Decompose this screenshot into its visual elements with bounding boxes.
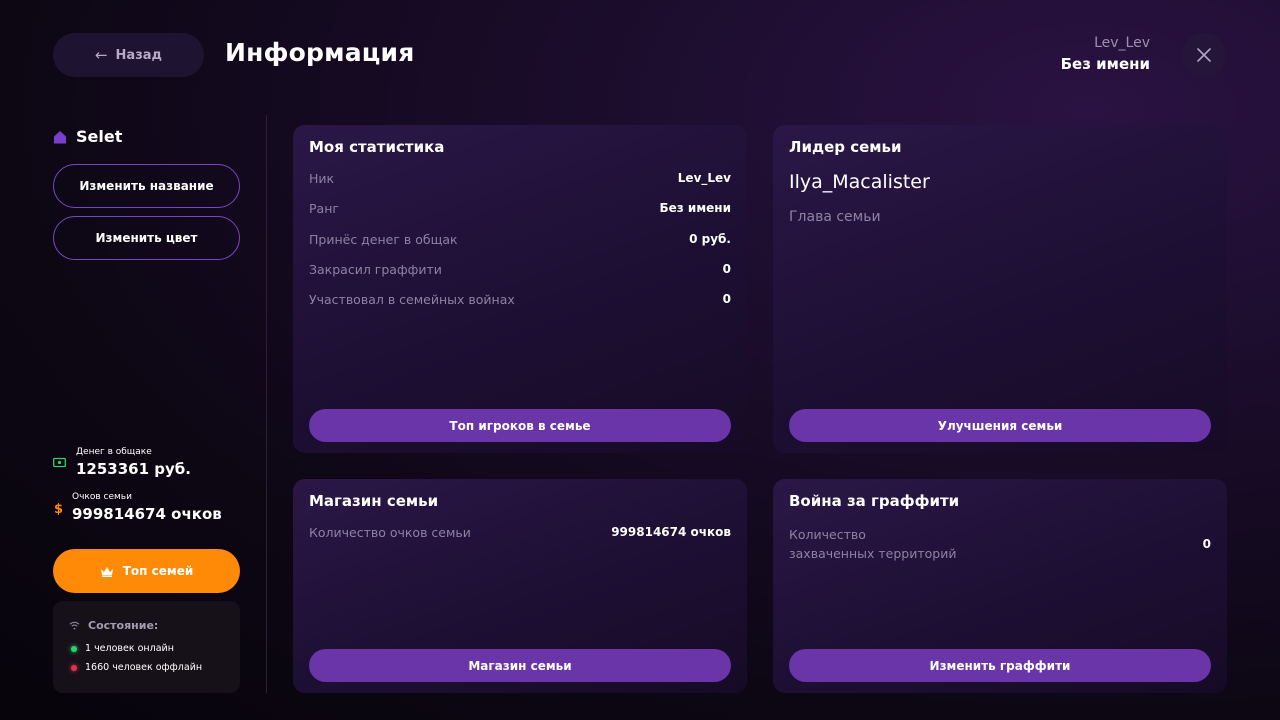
crown-icon xyxy=(100,566,113,577)
family-upgrades-button[interactable]: Улучшения семьи xyxy=(789,409,1211,442)
stat-row-graffiti: Закрасил граффити 0 xyxy=(309,262,731,277)
rename-family-button[interactable]: Изменить название xyxy=(53,164,240,208)
stat-value: Lev_Lev xyxy=(677,171,731,185)
stat-label: Участвовал в семейных войнах xyxy=(309,292,515,307)
sidebar-divider xyxy=(266,115,267,693)
online-dot-icon xyxy=(71,645,77,652)
top-players-button[interactable]: Топ игроков в семье xyxy=(309,409,731,442)
shop-points-row: Количество очков семьи 999814674 очков xyxy=(309,525,731,540)
bank-info: Денег в общаке 1253361 руб. xyxy=(53,447,191,478)
dollar-icon: $ xyxy=(54,502,63,515)
top-families-button[interactable]: Топ семей xyxy=(53,549,240,593)
wifi-icon xyxy=(69,621,80,630)
bank-label: Денег в общаке xyxy=(76,447,152,457)
family-leader-title: Лидер семьи xyxy=(789,138,902,156)
stat-row-money: Принёс денег в общак 0 руб. xyxy=(309,232,731,247)
stat-label: Количество очков семьи xyxy=(309,525,471,540)
leader-name: Ilya_Macalister xyxy=(789,171,930,193)
top-families-label: Топ семей xyxy=(122,564,194,578)
close-icon xyxy=(1197,48,1211,62)
family-leader-card: Лидер семьи Ilya_Macalister Глава семьи … xyxy=(773,125,1227,453)
cash-icon xyxy=(53,457,66,468)
arrow-left-icon: ← xyxy=(94,46,108,64)
offline-count: 1660 человек оффлайн xyxy=(85,662,203,673)
stat-row-rank: Ранг Без имени xyxy=(309,201,731,216)
back-button[interactable]: ← Назад xyxy=(53,33,204,77)
points-info: $ Очков семьи 999814674 очков xyxy=(53,492,222,523)
family-name: Selet xyxy=(53,127,122,146)
bank-value: 1253361 руб. xyxy=(76,460,191,478)
stat-label: Закрасил граффити xyxy=(309,262,442,277)
close-button[interactable] xyxy=(1182,33,1226,77)
graffiti-war-title: Война за граффити xyxy=(789,492,960,510)
page-title: Информация xyxy=(225,38,415,67)
stat-value: Без имени xyxy=(659,201,732,215)
status-panel: Состояние: 1 человек онлайн 1660 человек… xyxy=(53,601,240,693)
offline-dot-icon xyxy=(71,664,77,671)
user-rank: Без имени xyxy=(1060,55,1150,73)
change-color-button[interactable]: Изменить цвет xyxy=(53,216,240,260)
points-value: 999814674 очков xyxy=(72,505,222,523)
stat-value: 0 xyxy=(722,262,731,276)
my-stats-card: Моя статистика Ник Lev_Lev Ранг Без имен… xyxy=(293,125,747,453)
back-button-label: Назад xyxy=(115,47,163,63)
stat-value: 0 xyxy=(1202,537,1211,551)
online-count: 1 человек онлайн xyxy=(85,643,174,654)
home-icon xyxy=(54,130,66,143)
family-shop-card: Магазин семьи Количество очков семьи 999… xyxy=(293,479,747,693)
svg-text:$: $ xyxy=(54,502,63,515)
territories-row: Количество захваченных территорий 0 xyxy=(789,525,1211,563)
stat-label-line: захваченных территорий xyxy=(789,546,957,561)
stat-value: 0 руб. xyxy=(689,232,731,246)
points-label: Очков семьи xyxy=(72,492,132,502)
stat-row-nick: Ник Lev_Lev xyxy=(309,171,731,186)
change-graffiti-button[interactable]: Изменить граффити xyxy=(789,649,1211,682)
graffiti-war-card: Война за граффити Количество захваченных… xyxy=(773,479,1227,693)
stat-label: Количество захваченных территорий xyxy=(789,525,956,563)
stat-value: 0 xyxy=(722,292,731,306)
stat-label: Принёс денег в общак xyxy=(309,232,458,247)
status-title: Состояние: xyxy=(88,619,159,632)
user-name: Lev_Lev xyxy=(1094,35,1150,51)
my-stats-title: Моя статистика xyxy=(309,138,445,156)
stat-label: Ранг xyxy=(309,201,339,216)
stat-label-line: Количество xyxy=(789,527,866,542)
stat-value: 999814674 очков xyxy=(611,525,731,539)
stat-row-wars: Участвовал в семейных войнах 0 xyxy=(309,292,731,307)
stat-label: Ник xyxy=(309,171,335,186)
family-name-label: Selet xyxy=(76,127,123,146)
family-shop-title: Магазин семьи xyxy=(309,492,439,510)
leader-role: Глава семьи xyxy=(789,209,881,225)
family-shop-button[interactable]: Магазин семьи xyxy=(309,649,731,682)
user-info: Lev_Lev Без имени xyxy=(1061,35,1150,73)
